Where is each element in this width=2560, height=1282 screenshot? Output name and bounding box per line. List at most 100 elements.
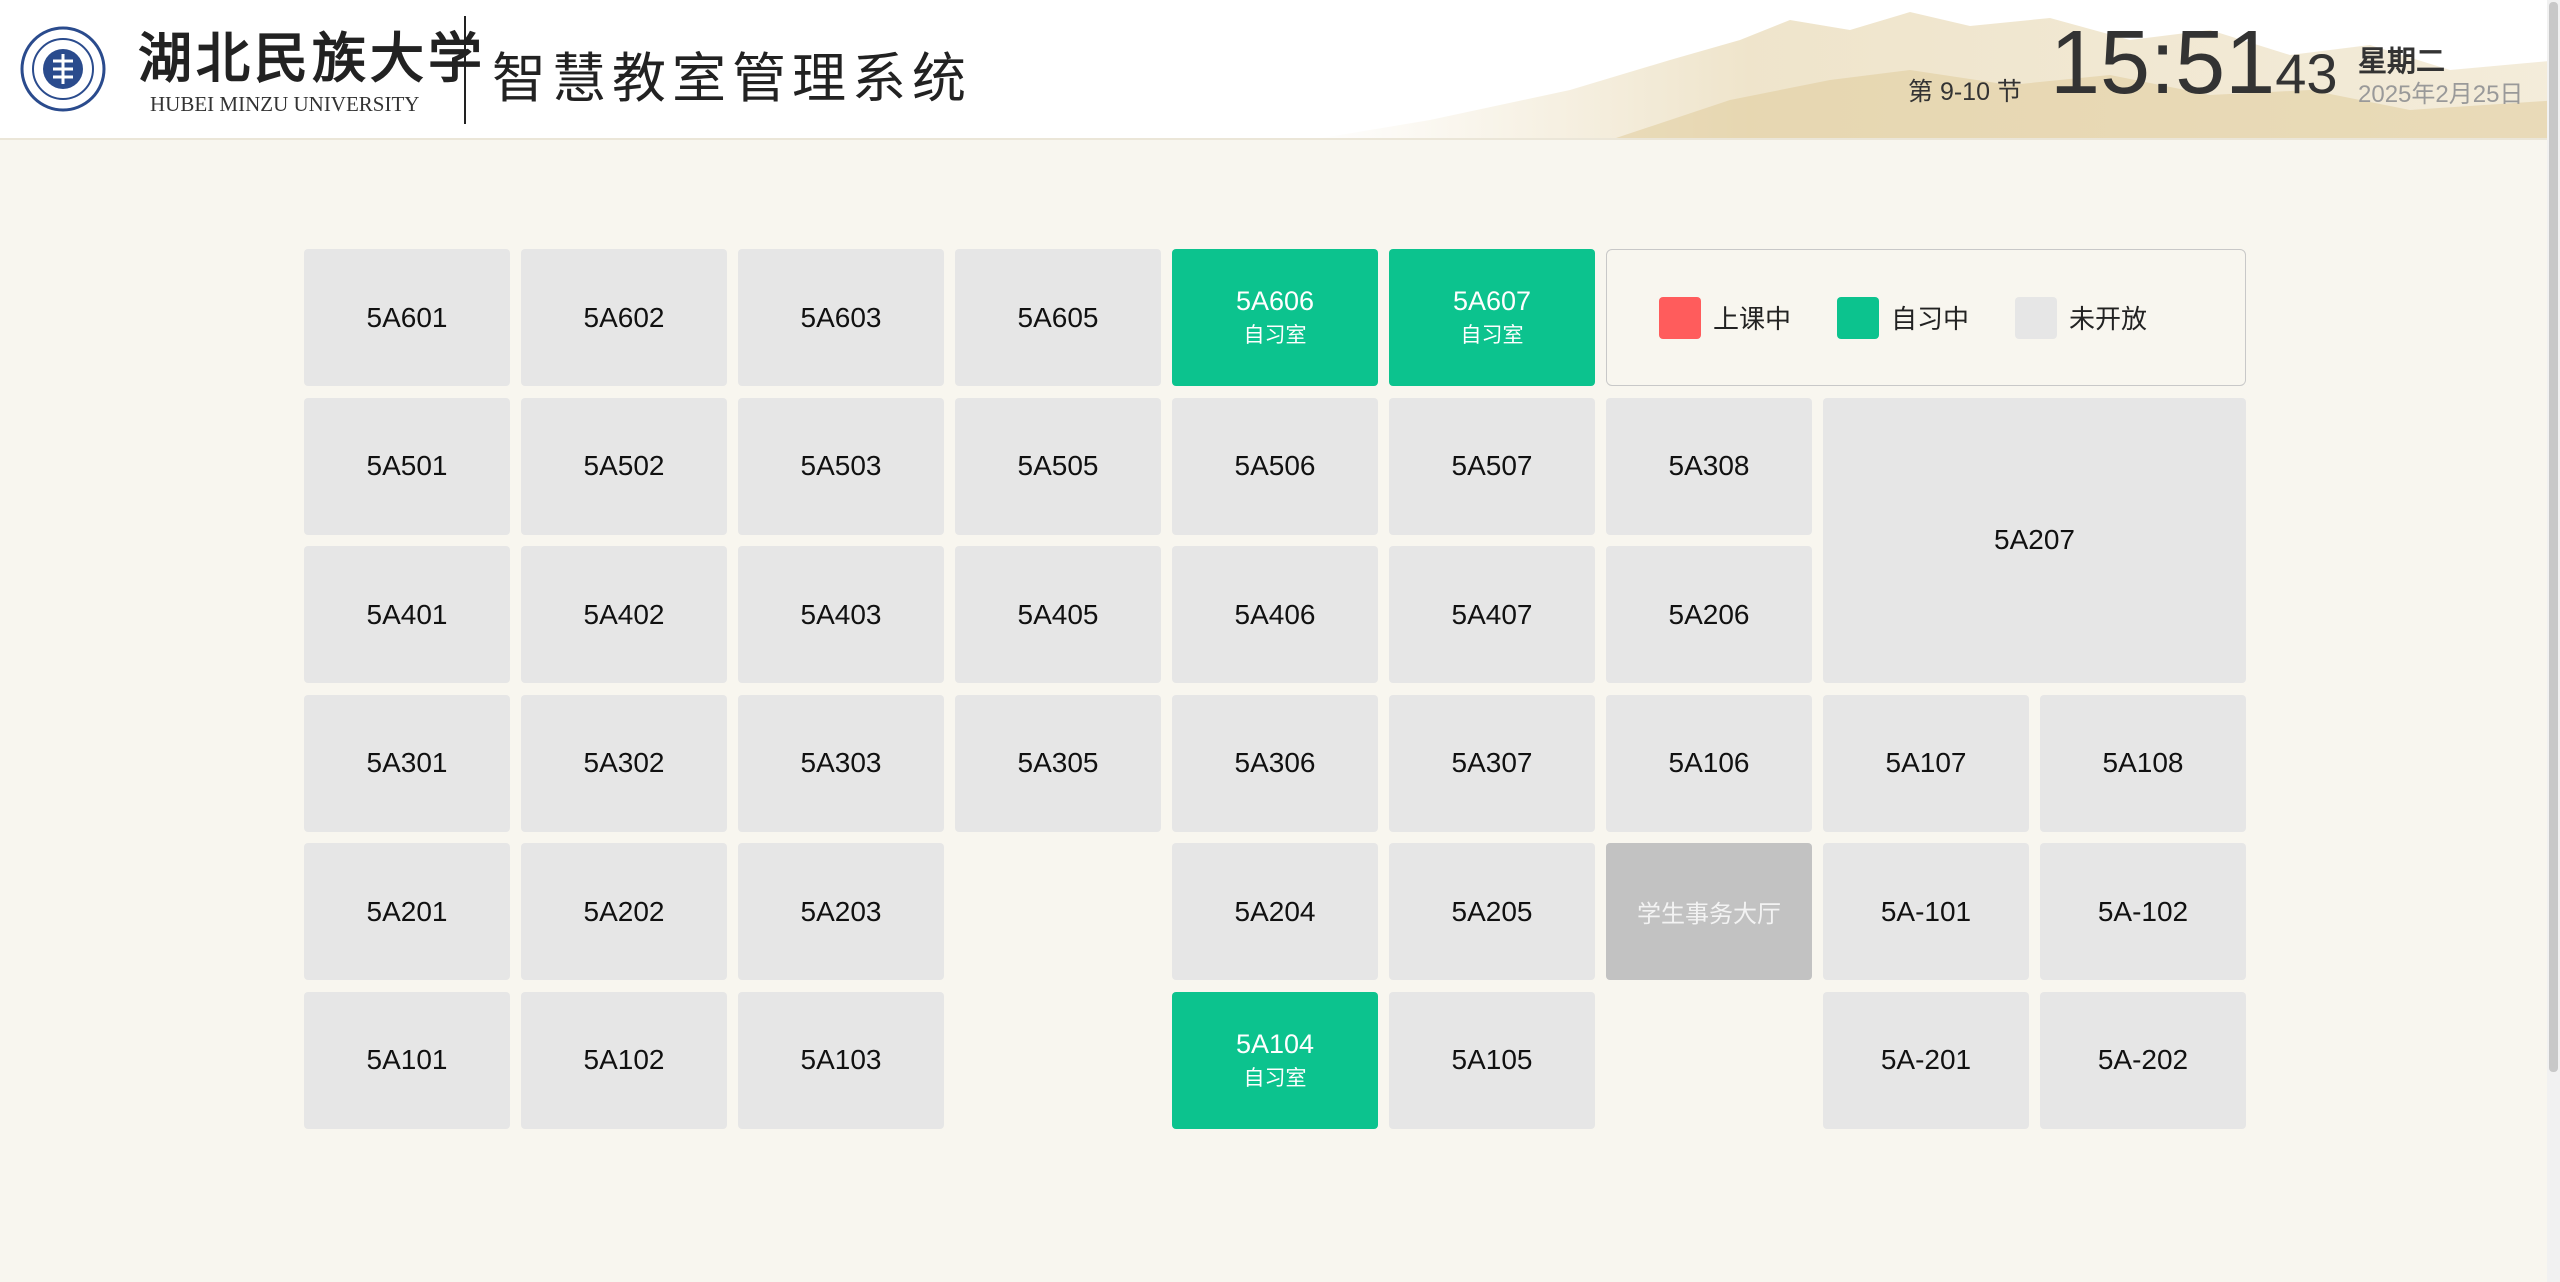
room-tile-study[interactable]: 5A607 自习室 (1389, 249, 1595, 386)
room-tile[interactable]: 5A406 (1172, 546, 1378, 684)
room-name: 5A103 (800, 1044, 882, 1076)
room-status-label: 自习室 (1243, 1066, 1307, 1090)
header-divider (464, 16, 466, 124)
room-tile[interactable]: 5A401 (304, 546, 510, 684)
legend-label: 上课中 (1713, 304, 1792, 334)
room-name: 5A201 (366, 895, 448, 927)
room-name: 5A502 (583, 450, 665, 482)
room-tile[interactable]: 5A303 (738, 694, 944, 832)
room-tile[interactable]: 5A306 (1172, 694, 1378, 832)
room-tile[interactable]: 5A101 (304, 991, 510, 1129)
room-tile[interactable]: 5A603 (738, 249, 944, 386)
clock: 15:5143 (2050, 18, 2338, 108)
room-tile[interactable]: 5A302 (521, 694, 727, 832)
legend-swatch-gray (2015, 296, 2058, 339)
room-name: 学生事务大厅 (1637, 901, 1781, 929)
university-name-en: HUBEI MINZU UNIVERSITY (150, 92, 420, 116)
room-name: 5A507 (1451, 450, 1533, 482)
system-title: 智慧教室管理系统 (492, 47, 972, 110)
room-tile[interactable]: 5A-201 (1823, 991, 2029, 1129)
room-name: 5A305 (1017, 747, 1099, 779)
room-tile[interactable]: 5A601 (304, 249, 510, 386)
date: 2025年2月25日 (2358, 81, 2524, 108)
room-tile[interactable]: 5A605 (955, 249, 1161, 386)
room-tile[interactable]: 5A108 (2040, 694, 2246, 832)
room-tile[interactable]: 5A501 (304, 397, 510, 535)
room-name: 5A-201 (1880, 1044, 1972, 1076)
room-name: 5A301 (366, 747, 448, 779)
room-status-label: 自习室 (1243, 324, 1307, 347)
university-name-cn: 湖北民族大学 (138, 26, 486, 90)
room-name: 5A402 (583, 598, 665, 630)
room-tile-study[interactable]: 5A606 自习室 (1172, 249, 1378, 386)
room-name: 5A303 (800, 747, 882, 779)
room-tile[interactable]: 5A503 (738, 397, 944, 535)
room-name: 5A108 (2102, 747, 2184, 779)
room-tile-study[interactable]: 5A104 自习室 (1172, 991, 1378, 1129)
room-name: 5A206 (1668, 598, 1750, 630)
room-name: 5A606 (1235, 286, 1315, 316)
room-tile[interactable]: 5A405 (955, 546, 1161, 684)
room-tile[interactable]: 5A602 (521, 249, 727, 386)
room-status-label: 自习室 (1460, 324, 1524, 347)
room-tile-large[interactable]: 5A207 (1823, 397, 2246, 684)
room-tile[interactable]: 5A203 (738, 843, 944, 981)
room-name: 5A401 (366, 598, 448, 630)
room-name: 5A406 (1234, 598, 1316, 630)
room-name: 5A-202 (2097, 1044, 2189, 1076)
room-tile[interactable]: 5A403 (738, 546, 944, 684)
room-tile[interactable]: 5A402 (521, 546, 727, 684)
room-grid: 5A601 5A602 5A603 5A605 5A606 自习室 5A607 自习… (304, 249, 2248, 1129)
room-tile-student-affairs-hall[interactable]: 学生事务大厅 (1606, 843, 1812, 981)
room-name: 5A501 (366, 450, 448, 482)
room-name: 5A202 (583, 895, 665, 927)
room-tile[interactable]: 5A107 (1823, 694, 2029, 832)
room-name: 5A102 (583, 1044, 665, 1076)
room-tile[interactable]: 5A103 (738, 991, 944, 1129)
room-tile[interactable]: 5A308 (1606, 397, 1812, 535)
room-name: 5A105 (1451, 1044, 1533, 1076)
room-name: 5A302 (583, 747, 665, 779)
room-name: 5A407 (1451, 598, 1533, 630)
clock-hours-minutes: 15:51 (2050, 13, 2276, 113)
room-tile[interactable]: 5A301 (304, 694, 510, 832)
room-tile[interactable]: 5A102 (521, 991, 727, 1129)
room-tile[interactable]: 5A506 (1172, 397, 1378, 535)
room-tile[interactable]: 5A-202 (2040, 991, 2246, 1129)
room-tile[interactable]: 5A407 (1389, 546, 1595, 684)
room-tile[interactable]: 5A-101 (1823, 843, 2029, 981)
scrollbar-thumb[interactable] (2549, 2, 2558, 1072)
room-tile[interactable]: 5A305 (955, 694, 1161, 832)
room-tile[interactable]: 5A-102 (2040, 843, 2246, 981)
legend-label: 自习中 (1891, 304, 1970, 334)
room-tile[interactable]: 5A206 (1606, 546, 1812, 684)
class-period: 第 9-10 节 (1908, 78, 2022, 106)
room-name: 5A205 (1451, 895, 1533, 927)
status-legend: 上课中 自习中 未开放 (1606, 249, 2246, 386)
room-name: 5A203 (800, 895, 882, 927)
room-name: 5A307 (1451, 747, 1533, 779)
legend-label: 未开放 (2069, 304, 2148, 334)
clock-seconds: 43 (2275, 42, 2338, 105)
legend-item-studying: 自习中 (1837, 296, 1970, 339)
legend-swatch-green (1837, 296, 1880, 339)
app-header: 湖北民族大学 HUBEI MINZU UNIVERSITY 智慧教室管理系统 第… (0, 0, 2560, 140)
room-name: 5A207 (1994, 524, 2075, 556)
room-tile[interactable]: 5A204 (1172, 843, 1378, 981)
room-tile[interactable]: 5A307 (1389, 694, 1595, 832)
room-tile[interactable]: 5A106 (1606, 694, 1812, 832)
room-tile[interactable]: 5A201 (304, 843, 510, 981)
legend-item-closed: 未开放 (2015, 296, 2148, 339)
room-tile[interactable]: 5A507 (1389, 397, 1595, 535)
room-tile[interactable]: 5A202 (521, 843, 727, 981)
room-tile[interactable]: 5A105 (1389, 991, 1595, 1129)
room-tile[interactable]: 5A502 (521, 397, 727, 535)
room-name: 5A104 (1235, 1028, 1315, 1059)
page-scrollbar[interactable] (2547, 0, 2560, 1282)
room-name: 5A607 (1452, 286, 1532, 316)
room-tile[interactable]: 5A205 (1389, 843, 1595, 981)
room-name: 5A602 (583, 301, 665, 333)
room-tile[interactable]: 5A505 (955, 397, 1161, 535)
room-name: 5A603 (800, 301, 882, 333)
room-name: 5A506 (1234, 450, 1316, 482)
